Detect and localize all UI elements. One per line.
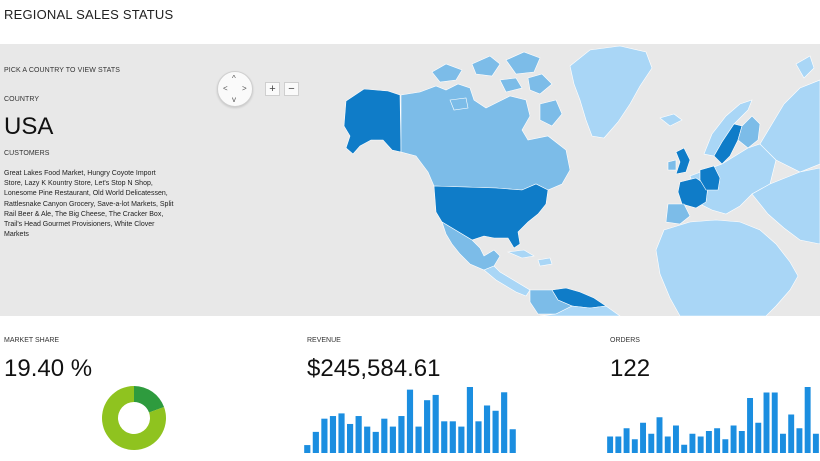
orders-bar — [681, 444, 688, 453]
orders-kpi: ORDERS 122 — [606, 316, 820, 461]
orders-bar — [648, 433, 655, 453]
orders-bar — [763, 392, 770, 453]
revenue-bar — [304, 445, 311, 453]
orders-bar — [697, 436, 704, 453]
pan-up-icon[interactable]: ^ — [232, 75, 236, 83]
customers-list: Great Lakes Food Market, Hungry Coyote I… — [4, 170, 174, 239]
revenue-label: REVENUE — [307, 337, 341, 344]
page-title: REGIONAL SALES STATUS — [4, 7, 174, 22]
orders-label: ORDERS — [610, 337, 640, 344]
orders-bar — [755, 422, 762, 453]
orders-bar — [714, 428, 721, 453]
orders-bar — [640, 422, 647, 453]
revenue-value: $245,584.61 — [307, 355, 441, 382]
orders-bar — [689, 433, 696, 453]
revenue-bar — [312, 431, 319, 453]
market-share-value: 19.40 % — [4, 355, 93, 382]
country-ireland[interactable] — [667, 159, 677, 171]
revenue-bar — [492, 410, 499, 453]
country-africa[interactable] — [655, 219, 799, 316]
revenue-bar — [483, 405, 491, 453]
revenue-bar-chart — [304, 387, 516, 453]
donut-slice — [134, 386, 165, 413]
revenue-bar — [389, 426, 396, 453]
customers-label: CUSTOMERS — [4, 150, 50, 157]
market-share-kpi: MARKET SHARE 19.40 % — [0, 316, 300, 461]
revenue-bar — [321, 418, 328, 453]
market-share-donut-chart — [102, 386, 166, 450]
revenue-bar — [347, 423, 354, 453]
revenue-bar — [441, 421, 448, 453]
country-novaya-zemlya[interactable] — [795, 55, 815, 79]
market-share-label: MARKET SHARE — [4, 337, 60, 344]
country-iceland[interactable] — [659, 113, 683, 127]
orders-bar — [738, 431, 745, 453]
orders-bar — [615, 436, 622, 453]
orders-bar-chart — [607, 387, 819, 453]
country-value: USA — [4, 113, 54, 140]
revenue-bar — [338, 413, 345, 453]
pan-right-icon[interactable]: > — [242, 85, 247, 93]
map-panel: PICK A COUNTRY TO VIEW STATS COUNTRY USA… — [0, 44, 820, 316]
revenue-bar — [329, 416, 337, 453]
orders-bar — [623, 428, 630, 453]
country-greenland[interactable] — [569, 45, 653, 139]
revenue-bar — [355, 416, 362, 453]
country-usa-alaska[interactable] — [343, 88, 402, 155]
orders-bar — [780, 433, 786, 453]
orders-bar — [788, 414, 795, 453]
country-canada[interactable] — [400, 83, 571, 191]
orders-bar — [804, 387, 811, 453]
map-pan-control[interactable]: ^ v < > — [217, 71, 253, 107]
orders-bar — [705, 431, 712, 453]
zoom-in-button[interactable]: + — [265, 82, 280, 96]
revenue-bar — [398, 416, 405, 453]
revenue-bar — [406, 389, 414, 453]
orders-bar — [673, 425, 679, 453]
orders-bar — [796, 428, 803, 453]
map-instruction: PICK A COUNTRY TO VIEW STATS — [4, 67, 120, 74]
country-finland[interactable] — [737, 115, 761, 149]
revenue-bar — [475, 421, 482, 453]
pan-down-icon[interactable]: v — [232, 96, 236, 104]
revenue-bar — [372, 431, 379, 453]
country-uk[interactable] — [675, 147, 691, 175]
orders-bar — [631, 439, 638, 453]
revenue-bar — [458, 426, 465, 453]
orders-bar — [656, 417, 663, 453]
orders-bar — [771, 392, 778, 453]
revenue-kpi: REVENUE $245,584.61 — [303, 316, 606, 461]
orders-bar — [730, 425, 737, 453]
revenue-bar — [449, 421, 456, 453]
revenue-bar — [415, 426, 422, 453]
orders-bar — [664, 436, 671, 453]
zoom-out-button[interactable]: − — [284, 82, 299, 96]
revenue-bar — [432, 394, 439, 453]
orders-bar — [812, 433, 819, 453]
country-label: COUNTRY — [4, 96, 40, 103]
pan-left-icon[interactable]: < — [223, 85, 228, 93]
revenue-bar — [509, 429, 516, 453]
revenue-bar — [424, 400, 431, 453]
orders-value: 122 — [610, 355, 651, 382]
revenue-bar — [381, 418, 388, 453]
revenue-bar — [466, 387, 473, 453]
revenue-bar — [364, 426, 371, 453]
orders-bar — [607, 436, 614, 453]
orders-bar — [747, 398, 754, 453]
revenue-bar — [501, 392, 508, 453]
orders-bar — [722, 439, 729, 453]
country-spain[interactable] — [665, 203, 691, 225]
